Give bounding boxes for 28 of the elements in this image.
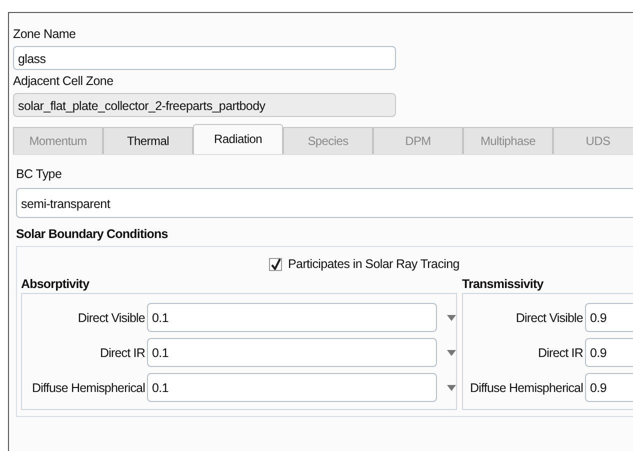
group-title: Absorptivity [21, 276, 90, 293]
field-label: Adjacent Cell Zone [13, 73, 114, 89]
field-label: Direct Visible [514, 310, 584, 324]
value-field[interactable]: 0.9 [585, 338, 633, 367]
value-field[interactable]: 0.1 [147, 303, 437, 332]
group-title: Transmissivity [462, 276, 544, 293]
value-field[interactable]: 0.9 [585, 303, 633, 332]
value-field[interactable]: 0.1 [147, 373, 437, 402]
field-label: Diffuse Hemispherical [469, 380, 584, 394]
adjacent-zone-field: solar_flat_plate_collector_2-freeparts_partbody [13, 93, 396, 117]
zone-name-field[interactable]: glass [13, 46, 396, 70]
field-label: Zone Name [13, 26, 77, 42]
value-field[interactable]: 0.9 [585, 373, 633, 402]
checkbox[interactable] [269, 258, 282, 270]
dropdown-arrow-icon[interactable] [447, 350, 456, 356]
tab[interactable]: Radiation [193, 124, 283, 154]
dropdown-arrow-icon[interactable] [447, 314, 456, 320]
field-label: Diffuse Hemispherical [31, 380, 146, 394]
field-label: BC Type [16, 166, 63, 182]
value-field[interactable]: 0.1 [147, 338, 437, 367]
field-label: Direct Visible [76, 310, 146, 324]
dropdown-arrow-icon[interactable] [447, 384, 456, 390]
section-title: Solar Boundary Conditions [16, 226, 169, 243]
field-label: Direct IR [536, 346, 584, 360]
tab[interactable]: Thermal [103, 127, 193, 154]
field-label: Direct IR [98, 346, 146, 360]
checkbox-label: Participates in Solar Ray Tracing [288, 257, 460, 271]
bc-type-field[interactable]: semi-transparent [16, 188, 633, 218]
